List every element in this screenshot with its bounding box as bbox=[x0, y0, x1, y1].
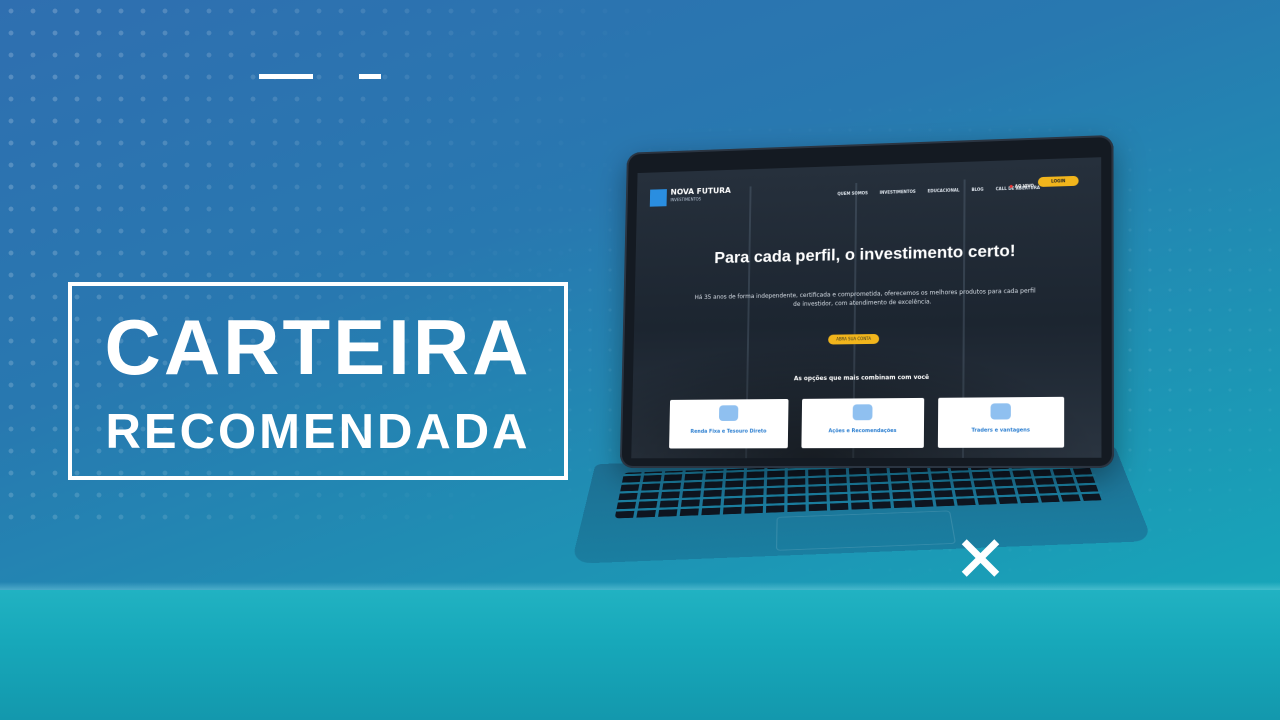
brand-name[interactable]: NOVA FUTURA bbox=[670, 186, 730, 196]
laptop-lid: NOVA FUTURA INVESTIMENTOS QUEM SOMOS INV… bbox=[619, 134, 1115, 468]
headline-line2: RECOMENDADA bbox=[105, 405, 531, 459]
live-link[interactable]: AO VIVO bbox=[1010, 183, 1034, 189]
card-renda-fixa[interactable]: Renda Fixa e Tesouro Direto bbox=[669, 398, 789, 449]
open-account-button[interactable]: ABRA SUA CONTA bbox=[828, 333, 880, 345]
nav-item-educacional[interactable]: EDUCACIONAL bbox=[928, 188, 960, 194]
decor-dash-short bbox=[359, 74, 381, 79]
brand-subtitle: INVESTIMENTOS bbox=[670, 196, 702, 203]
hero-text: Há 35 anos de forma independente, certif… bbox=[694, 287, 1036, 308]
nav-item-blog[interactable]: BLOG bbox=[971, 187, 983, 192]
laptop-screen: NOVA FUTURA INVESTIMENTOS QUEM SOMOS INV… bbox=[631, 157, 1102, 459]
option-cards: Renda Fixa e Tesouro Direto Ações e Reco… bbox=[669, 396, 1065, 449]
nav-item-investimentos[interactable]: INVESTIMENTOS bbox=[880, 189, 916, 195]
money-envelope-icon bbox=[852, 404, 873, 421]
card-label: Traders e vantagens bbox=[971, 427, 1030, 434]
card-acoes[interactable]: Ações e Recomendações bbox=[801, 397, 925, 449]
card-traders[interactable]: Traders e vantagens bbox=[937, 396, 1065, 448]
card-label: Renda Fixa e Tesouro Direto bbox=[690, 428, 767, 435]
close-x-icon bbox=[960, 538, 1000, 578]
headline-line1: CARTEIRA bbox=[104, 303, 532, 391]
card-label: Ações e Recomendações bbox=[828, 428, 897, 435]
nova-futura-logo-icon[interactable] bbox=[649, 189, 667, 207]
piggy-bank-icon bbox=[718, 405, 739, 421]
nav-item-quem-somos[interactable]: QUEM SOMOS bbox=[837, 190, 867, 196]
hero-title: Para cada perfil, o investimento certo! bbox=[714, 241, 1016, 268]
rising-chart-icon bbox=[990, 403, 1011, 420]
desk-surface bbox=[0, 590, 1280, 720]
headline-frame: CARTEIRA RECOMENDADA bbox=[68, 282, 568, 480]
login-button[interactable]: LOGIN bbox=[1037, 175, 1079, 188]
trackpad bbox=[775, 510, 957, 551]
decor-dash-long bbox=[259, 74, 313, 79]
